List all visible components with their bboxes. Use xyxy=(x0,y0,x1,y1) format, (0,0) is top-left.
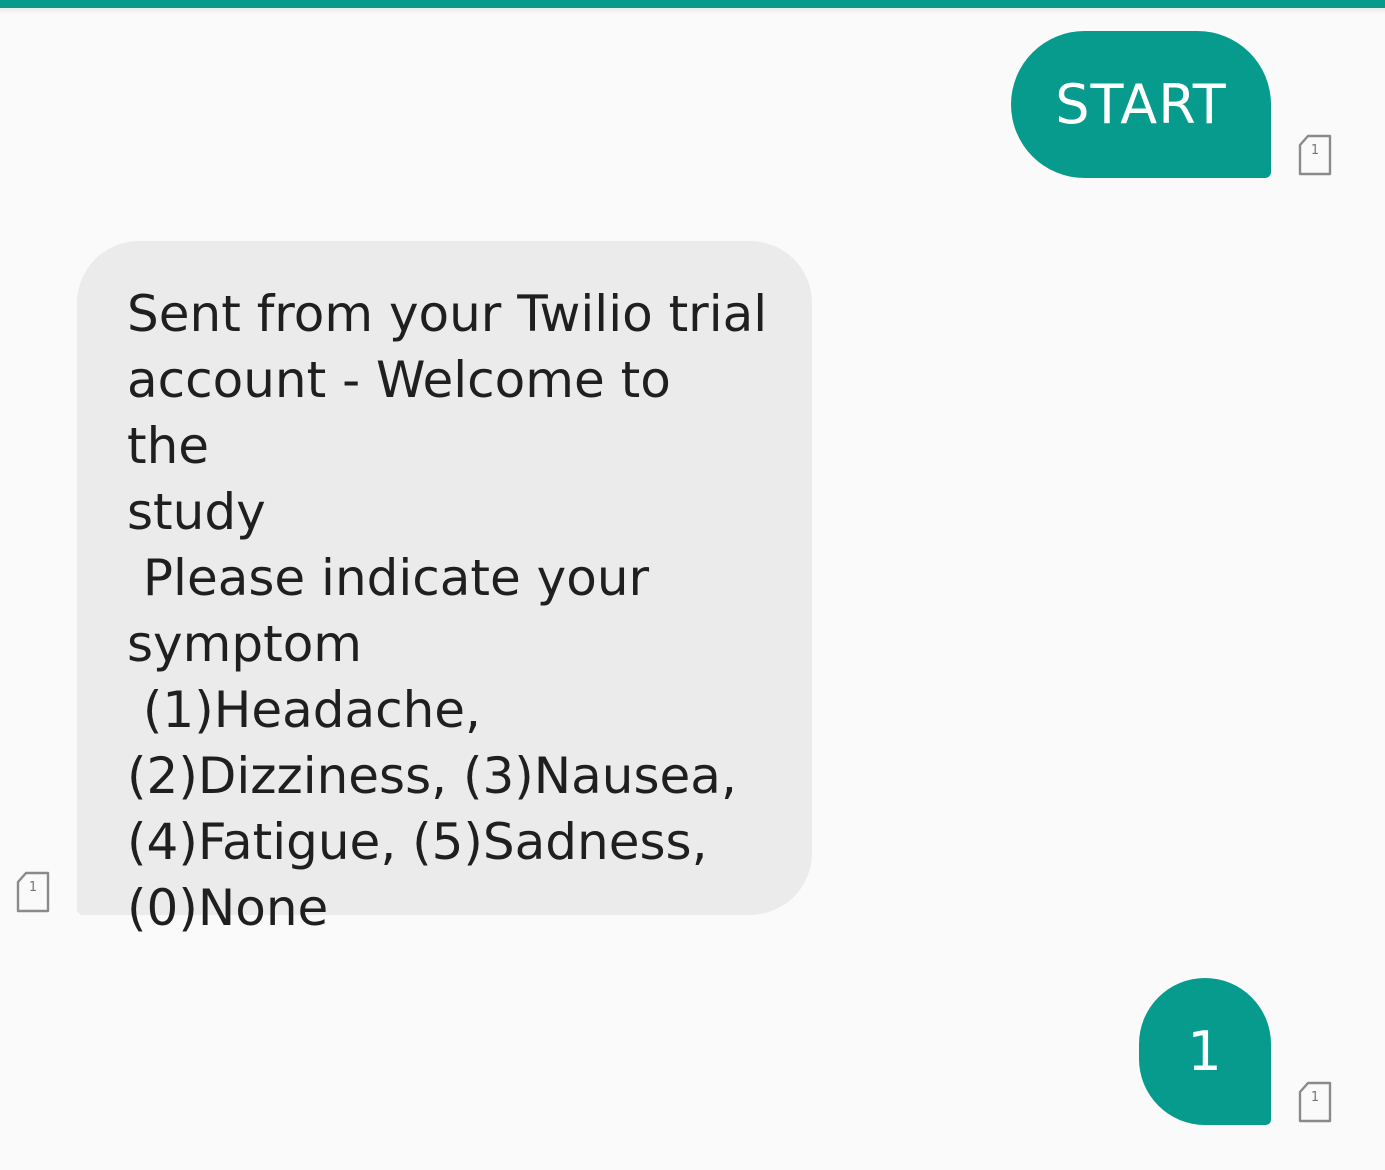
sim-card-icon: 1 xyxy=(16,871,50,913)
sim-slot-label: 1 xyxy=(1310,1090,1320,1105)
sim-card-icon: 1 xyxy=(1298,134,1332,176)
sim-slot-label: 1 xyxy=(28,880,38,895)
outgoing-message-bubble[interactable]: START xyxy=(1011,31,1271,178)
sim-card-icon: 1 xyxy=(1298,1081,1332,1123)
sim-slot-label: 1 xyxy=(1310,143,1320,158)
message-text: 1 xyxy=(1187,1020,1223,1083)
message-text: Sent from your Twilio trial account - We… xyxy=(127,285,768,937)
incoming-message-bubble[interactable]: Sent from your Twilio trial account - We… xyxy=(77,241,812,937)
message-text: START xyxy=(1055,73,1227,136)
app-bar-edge xyxy=(0,0,1385,8)
app-bar-shadow xyxy=(0,8,1385,14)
outgoing-message-bubble[interactable]: 1 xyxy=(1139,978,1271,1125)
